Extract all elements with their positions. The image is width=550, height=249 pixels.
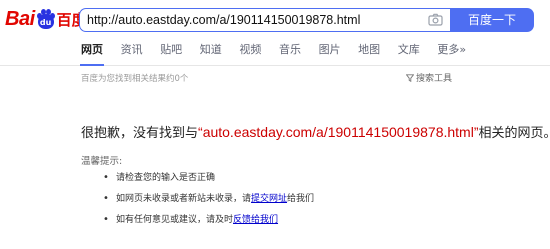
tip-text: 如网页未收录或者新站未收录，请 <box>116 194 252 204</box>
tab-video[interactable]: 视频 <box>239 42 261 66</box>
header-bar: Bai du 百度 http://auto.eastday.com/a/1901… <box>0 0 550 66</box>
tab-zhidao[interactable]: 知道 <box>200 42 222 66</box>
tip-item: 请检查您的输入是否正确 <box>103 172 314 193</box>
result-count: 百度为您找到相关结果约0个 <box>81 74 189 84</box>
tip-text: 请检查您的输入是否正确 <box>116 173 216 183</box>
tips-title: 温馨提示: <box>81 156 123 167</box>
tip-item: 如有任何意见或建议，请及时反馈给我们 <box>103 214 314 235</box>
search-button[interactable]: 百度一下 <box>450 8 534 32</box>
search-tools-button[interactable]: 搜索工具 <box>406 71 452 84</box>
tip-item: 如网页未收录或者新站未收录，请提交网址给我们 <box>103 193 314 214</box>
tab-news[interactable]: 资讯 <box>121 42 143 66</box>
message-prefix: 很抱歉，没有找到与 <box>81 126 199 141</box>
logo-text-bai: Bai <box>5 7 35 30</box>
baidu-logo[interactable]: Bai du 百度 <box>5 6 87 32</box>
search-tools-label: 搜索工具 <box>416 74 453 84</box>
nav-tabs: 网页 资讯 贴吧 知道 视频 音乐 图片 地图 文库 更多» <box>80 42 484 66</box>
message-suffix: 相关的网页。 <box>478 126 550 141</box>
tip-text: 给我们 <box>287 194 315 204</box>
submit-url-link[interactable]: 提交网址 <box>251 194 287 204</box>
tab-webpage[interactable]: 网页 <box>80 42 104 66</box>
tab-maps[interactable]: 地图 <box>358 42 380 66</box>
logo-text-du: du <box>37 14 54 29</box>
tab-more[interactable]: 更多» <box>437 42 466 66</box>
tab-tieba[interactable]: 贴吧 <box>160 42 182 66</box>
tab-music[interactable]: 音乐 <box>279 42 301 66</box>
search-input[interactable]: http://auto.eastday.com/a/19011415001987… <box>79 8 450 32</box>
baidu-paw-icon: du <box>36 9 56 29</box>
no-results-message: 很抱歉，没有找到与“auto.eastday.com/a/19011415001… <box>81 122 550 141</box>
query-url: auto.eastday.com/a/190114150019878.html <box>202 124 474 140</box>
tip-text: 如有任何意见或建议，请及时 <box>116 215 234 225</box>
filter-icon <box>406 73 414 82</box>
tab-images[interactable]: 图片 <box>319 42 341 66</box>
feedback-link[interactable]: 反馈给我们 <box>233 215 278 225</box>
tips-list: 请检查您的输入是否正确 如网页未收录或者新站未收录，请提交网址给我们 如有任何意… <box>103 172 314 235</box>
tab-wenku[interactable]: 文库 <box>398 42 420 66</box>
camera-icon[interactable] <box>428 13 443 26</box>
